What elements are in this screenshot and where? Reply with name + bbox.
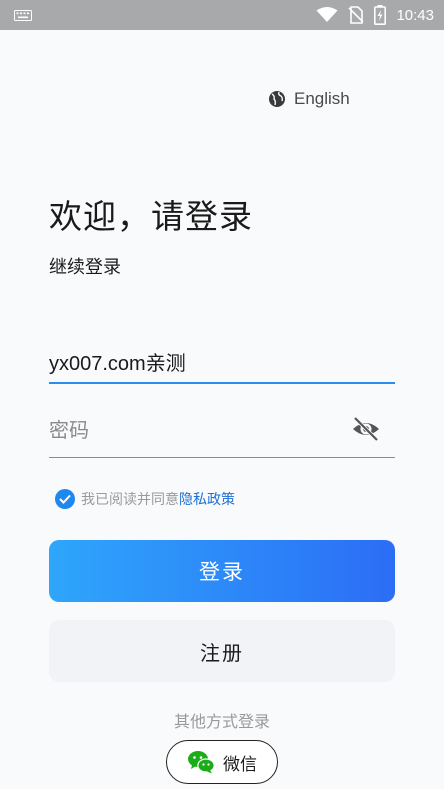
status-icons: 10:43 (316, 0, 434, 30)
wechat-login-button[interactable]: 微信 (166, 740, 278, 784)
page-subtitle: 继续登录 (49, 257, 121, 278)
battery-charging-icon (374, 5, 387, 25)
agreement-text: 我已阅读并同意 (81, 492, 179, 508)
globe-icon (269, 91, 285, 107)
language-label: English (294, 89, 350, 108)
status-time: 10:43 (396, 6, 434, 24)
wifi-icon (316, 7, 338, 22)
status-bar: 10:43 (0, 0, 444, 30)
keyboard-icon (14, 10, 32, 21)
privacy-policy-link[interactable]: 隐私政策 (179, 492, 235, 508)
other-login-label: 其他方式登录 (173, 712, 270, 731)
agreement-checkbox[interactable] (55, 489, 75, 509)
password-field-wrapper (49, 406, 395, 458)
register-button[interactable]: 注册 (49, 620, 395, 682)
agreement-row: 我已阅读并同意隐私政策 (55, 488, 235, 510)
checkmark-icon (59, 494, 71, 504)
page-title: 欢迎，请登录 (49, 197, 253, 236)
login-button[interactable]: 登录 (49, 540, 395, 602)
no-sim-icon (348, 6, 365, 24)
wechat-icon (188, 751, 215, 774)
language-switch[interactable]: English (268, 88, 350, 110)
account-input[interactable] (49, 340, 395, 382)
eye-off-icon[interactable] (351, 416, 381, 442)
wechat-label: 微信 (223, 754, 257, 775)
password-input[interactable] (49, 406, 395, 457)
account-field-wrapper (49, 340, 395, 384)
